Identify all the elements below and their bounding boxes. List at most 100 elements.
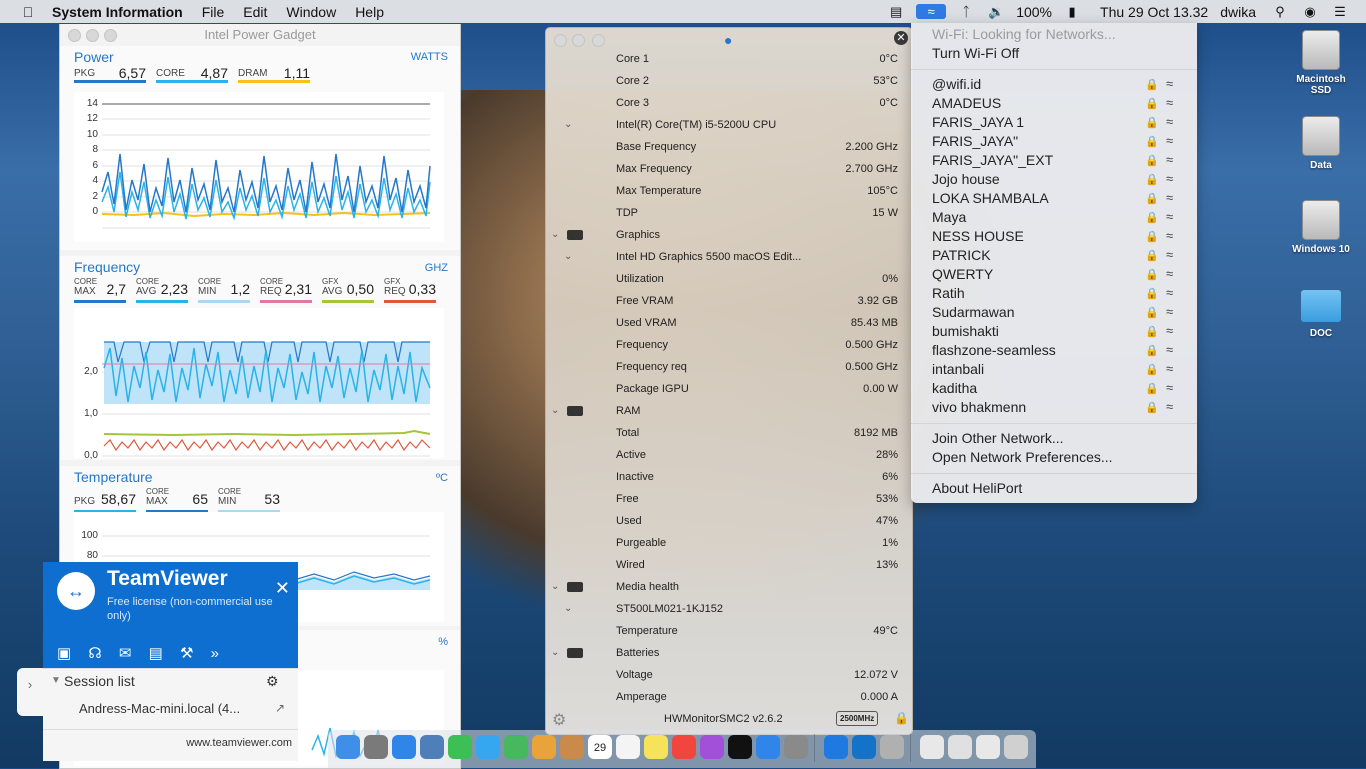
close-button[interactable]: [554, 34, 567, 47]
disclosure-icon[interactable]: ⌄: [564, 114, 572, 136]
hw-row[interactable]: ⌄ Batteries: [546, 642, 912, 664]
chat-icon[interactable]: ✉: [119, 645, 132, 662]
dock-reminders-icon[interactable]: [616, 735, 640, 759]
gear-icon[interactable]: ⚙: [266, 673, 279, 690]
turn-wifi-off-item[interactable]: Turn Wi-Fi Off: [932, 45, 1019, 61]
minimize-button[interactable]: [86, 29, 99, 42]
wifi-network-item[interactable]: intanbali 🔒 ≈: [911, 361, 1197, 380]
wifi-network-item[interactable]: bumishakti 🔒 ≈: [911, 323, 1197, 342]
disclosure-icon[interactable]: ⌄: [551, 224, 559, 246]
hw-row[interactable]: Temperature 49°C: [546, 620, 912, 642]
clock[interactable]: Thu 29 Oct 13.32: [1100, 4, 1208, 20]
menu-window[interactable]: Window: [286, 4, 336, 20]
hw-row[interactable]: Core 2 53°C: [546, 70, 912, 92]
hw-row[interactable]: ⌄ Intel HD Graphics 5500 macOS Edit...: [546, 246, 912, 268]
dock-messages-icon[interactable]: [476, 735, 500, 759]
hw-row[interactable]: Frequency 0.500 GHz: [546, 334, 912, 356]
bluetooth-icon[interactable]: ᛏ: [956, 4, 976, 19]
dock-facetime-icon[interactable]: [448, 735, 472, 759]
hw-row[interactable]: Inactive 6%: [546, 466, 912, 488]
dock-intel-power-gadget-icon[interactable]: [852, 735, 876, 759]
hw-row[interactable]: ⌄ Media health: [546, 576, 912, 598]
hw-row[interactable]: Package IGPU 0.00 W: [546, 378, 912, 400]
siri-icon[interactable]: ◉: [1300, 4, 1320, 20]
video-icon[interactable]: ▣: [57, 645, 71, 662]
hw-row[interactable]: Utilization 0%: [546, 268, 912, 290]
wifi-network-item[interactable]: flashzone-seamless 🔒 ≈: [911, 342, 1197, 361]
desktop-icon-macintosh-ssd[interactable]: Macintosh SSD: [1285, 30, 1357, 96]
volume-icon[interactable]: 🔉: [986, 4, 1006, 20]
hw-row[interactable]: Used VRAM 85.43 MB: [546, 312, 912, 334]
hw-row[interactable]: Amperage 0.000 A: [546, 686, 912, 708]
dock-documents-icon[interactable]: [920, 735, 944, 759]
menu-file[interactable]: File: [202, 4, 225, 20]
desktop-icon-doc[interactable]: DOC: [1285, 290, 1357, 339]
wifi-network-item[interactable]: FARIS_JAYA"_EXT 🔒 ≈: [911, 152, 1197, 171]
disclosure-icon[interactable]: ⌄: [564, 598, 572, 620]
dock-downloads-icon[interactable]: [976, 735, 1000, 759]
hw-row[interactable]: Used 47%: [546, 510, 912, 532]
wifi-icon[interactable]: ≈: [916, 4, 947, 19]
session-item[interactable]: Andress-Mac-mini.local (4...: [79, 701, 240, 716]
hw-row[interactable]: Active 28%: [546, 444, 912, 466]
apple-icon[interactable]: : [20, 4, 36, 20]
dock-finder-icon[interactable]: [336, 735, 360, 759]
hw-row[interactable]: Max Frequency 2.700 GHz: [546, 158, 912, 180]
dock-contacts-icon[interactable]: [560, 735, 584, 759]
disclosure-icon[interactable]: ⌄: [551, 400, 559, 422]
wifi-network-item[interactable]: kaditha 🔒 ≈: [911, 380, 1197, 399]
hw-row[interactable]: Core 3 0°C: [546, 92, 912, 114]
hw-row[interactable]: ⌄ RAM: [546, 400, 912, 422]
wifi-network-item[interactable]: AMADEUS 🔒 ≈: [911, 95, 1197, 114]
more-icon[interactable]: »: [211, 645, 219, 662]
dock-calendar-icon[interactable]: 29: [588, 735, 612, 759]
dock-photos-icon[interactable]: [532, 735, 556, 759]
hw-row[interactable]: ⌄ Intel(R) Core(TM) i5-5200U CPU: [546, 114, 912, 136]
hw-row[interactable]: Base Frequency 2.200 GHz: [546, 136, 912, 158]
zoom-button[interactable]: [104, 29, 117, 42]
desktop-icon-windows-10[interactable]: Windows 10: [1285, 200, 1357, 255]
expand-icon[interactable]: ›: [17, 668, 43, 716]
disclosure-icon[interactable]: ⌄: [551, 576, 559, 598]
website-link[interactable]: www.teamviewer.com: [186, 737, 292, 749]
hw-row[interactable]: Voltage 12.072 V: [546, 664, 912, 686]
hw-row[interactable]: Frequency req 0.500 GHz: [546, 356, 912, 378]
disclosure-icon[interactable]: ⌄: [564, 246, 572, 268]
tools-icon[interactable]: ⚒: [180, 645, 193, 662]
close-icon[interactable]: ✕: [275, 578, 290, 599]
gear-icon[interactable]: ⚙: [552, 710, 566, 730]
close-button[interactable]: [68, 29, 81, 42]
open-network-preferences-item[interactable]: Open Network Preferences...: [932, 449, 1113, 465]
user-menu[interactable]: dwika: [1220, 4, 1256, 20]
dock-trash-icon[interactable]: [1004, 735, 1028, 759]
about-heliport-item[interactable]: About HeliPort: [932, 480, 1022, 496]
spotlight-icon[interactable]: ⚲: [1270, 4, 1290, 20]
disclosure-icon[interactable]: ▼: [51, 675, 61, 686]
wifi-network-item[interactable]: Maya 🔒 ≈: [911, 209, 1197, 228]
hw-row[interactable]: ⌄ ST500LM021-1KJ152: [546, 598, 912, 620]
wifi-network-item[interactable]: QWERTY 🔒 ≈: [911, 266, 1197, 285]
wifi-network-item[interactable]: FARIS_JAYA" 🔒 ≈: [911, 133, 1197, 152]
hw-row[interactable]: Free VRAM 3.92 GB: [546, 290, 912, 312]
hw-row[interactable]: ⌄ Graphics: [546, 224, 912, 246]
dock-mail-icon[interactable]: [948, 735, 972, 759]
dock-system-preferences-icon[interactable]: [784, 735, 808, 759]
menu-help[interactable]: Help: [355, 4, 384, 20]
dock-music-icon[interactable]: [672, 735, 696, 759]
menu-edit[interactable]: Edit: [243, 4, 267, 20]
connect-icon[interactable]: ↗: [275, 701, 285, 715]
dock-hwmonitorsmc2-icon[interactable]: [880, 735, 904, 759]
wifi-network-item[interactable]: Sudarmawan 🔒 ≈: [911, 304, 1197, 323]
dock-preview-icon[interactable]: [420, 735, 444, 759]
desktop-icon-data[interactable]: Data: [1285, 116, 1357, 171]
dock-app-store-icon[interactable]: [756, 735, 780, 759]
notification-center-icon[interactable]: ☰: [1330, 4, 1350, 20]
dock-podcasts-icon[interactable]: [700, 735, 724, 759]
hw-row[interactable]: Purgeable 1%: [546, 532, 912, 554]
join-other-network-item[interactable]: Join Other Network...: [932, 430, 1064, 446]
dock-tv-icon[interactable]: [728, 735, 752, 759]
hw-row[interactable]: Total 8192 MB: [546, 422, 912, 444]
zoom-button[interactable]: [592, 34, 605, 47]
dock-safari-icon[interactable]: [392, 735, 416, 759]
dock-launchpad-icon[interactable]: [364, 735, 388, 759]
